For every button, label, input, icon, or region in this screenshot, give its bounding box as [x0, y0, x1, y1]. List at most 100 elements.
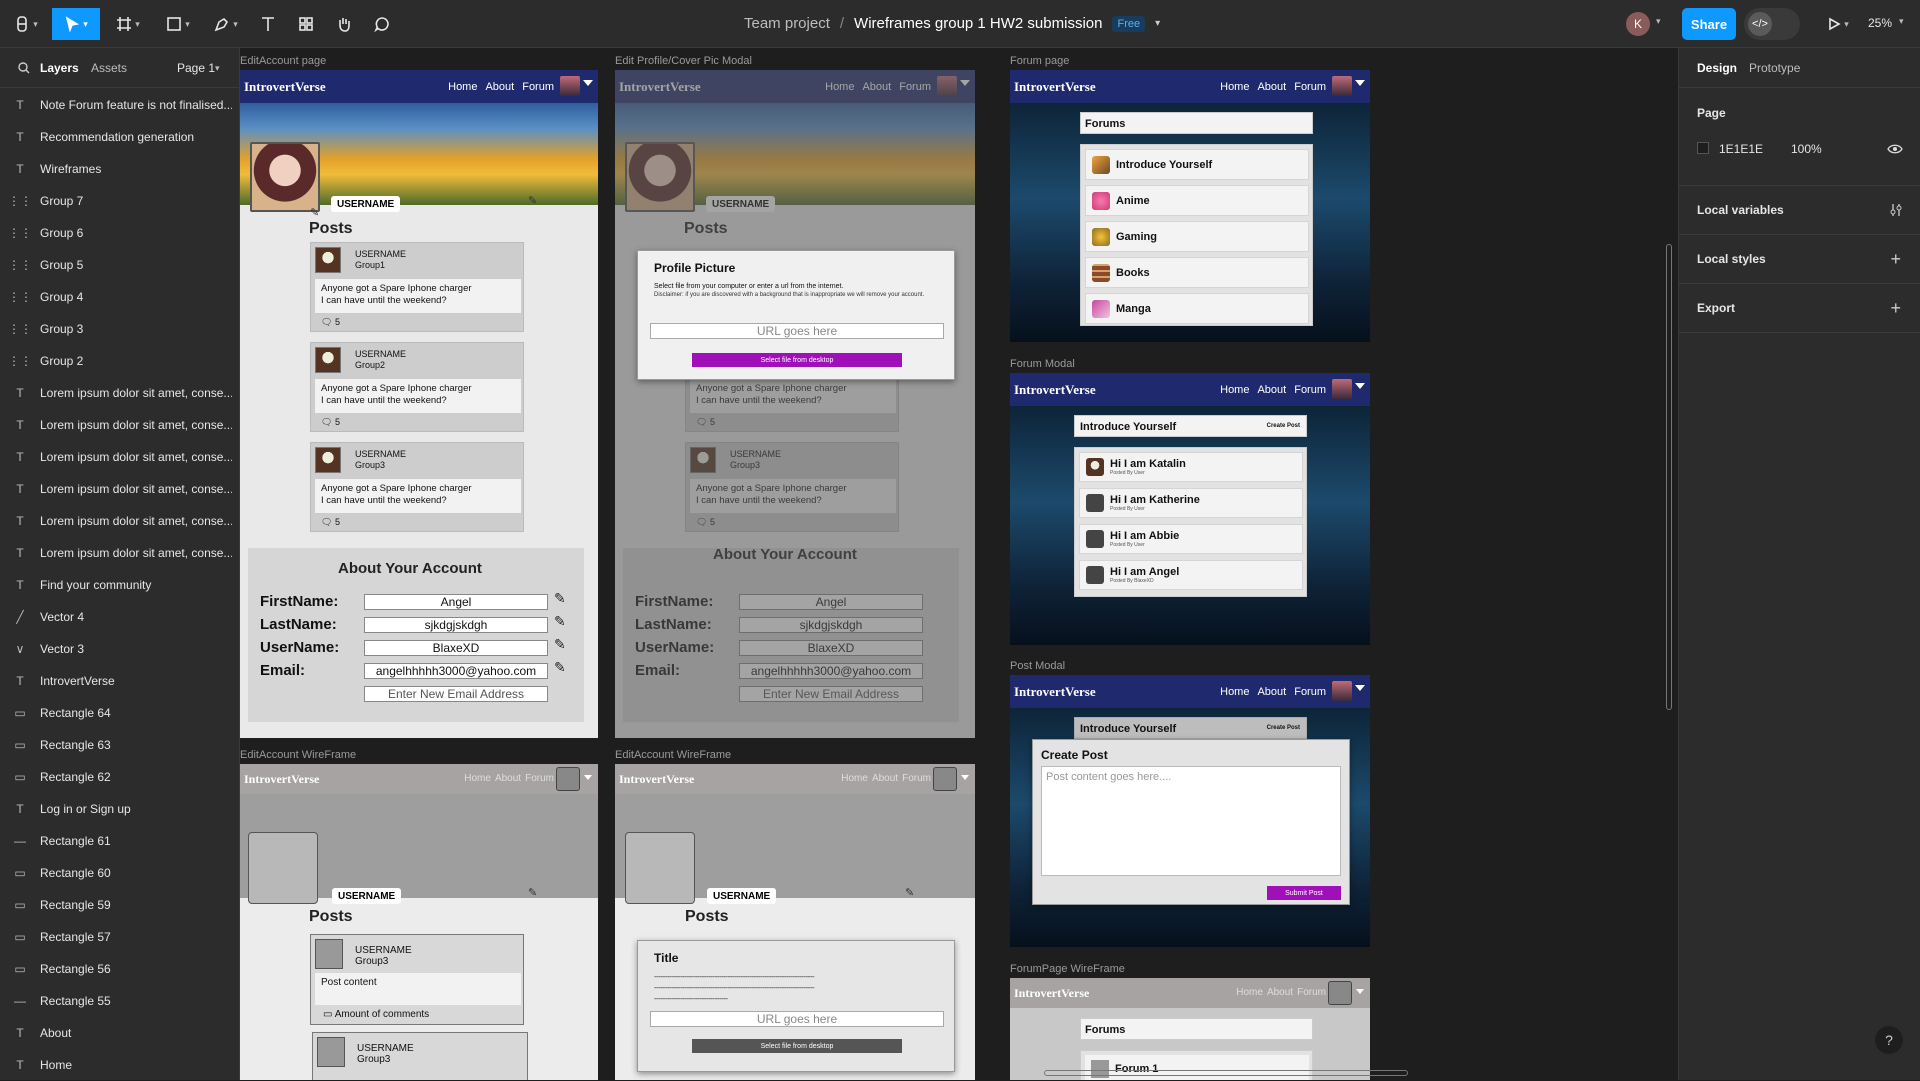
- site-brand[interactable]: IntrovertVerse: [1014, 684, 1096, 700]
- edit-pencil-icon[interactable]: ✎: [554, 613, 566, 630]
- layer-row[interactable]: T Recommendation generation: [0, 121, 240, 153]
- nav-about-link[interactable]: About: [1267, 987, 1293, 998]
- edit-account-frame[interactable]: IntrovertVerse Home About Forum ✎ USERNA…: [240, 70, 598, 738]
- edit-profile-modal-frame[interactable]: IntrovertVerse Home About Forum USERNAME…: [615, 70, 975, 738]
- dev-mode-toggle[interactable]: </>: [1744, 8, 1800, 40]
- frame-label[interactable]: EditAccount WireFrame: [615, 749, 731, 761]
- layer-row[interactable]: T Lorem ipsum dolor sit amet, conse...: [0, 377, 240, 409]
- nav-forum-link[interactable]: Forum: [902, 773, 931, 784]
- layer-row[interactable]: ⋮⋮ Group 4: [0, 281, 240, 313]
- share-button[interactable]: Share: [1682, 8, 1736, 40]
- post-card[interactable]: USERNAME Group3 Anyone got a Spare Iphone…: [310, 442, 524, 532]
- tab-layers[interactable]: Layers: [40, 61, 79, 75]
- nav-avatar[interactable]: [560, 76, 580, 96]
- edit-pfp-pencil-icon[interactable]: ✎: [310, 206, 319, 219]
- nav-home-link[interactable]: Home: [1220, 686, 1249, 698]
- edit-account-wireframe[interactable]: IntrovertVerse Home About Forum USERNAME…: [240, 764, 598, 1080]
- layer-row[interactable]: ∨ Vector 3: [0, 633, 240, 665]
- nav-dropdown-icon[interactable]: [584, 775, 592, 780]
- layer-row[interactable]: ⋮⋮ Group 3: [0, 313, 240, 345]
- avatar-placeholder[interactable]: [1328, 981, 1352, 1005]
- avatar-chevron-icon[interactable]: ▾: [1656, 16, 1661, 27]
- layer-row[interactable]: T Find your community: [0, 569, 240, 601]
- forum-item[interactable]: Introduce Yourself: [1085, 149, 1309, 180]
- select-file-button[interactable]: Select file from desktop: [692, 353, 902, 367]
- page-selector[interactable]: Page 1: [177, 61, 215, 75]
- edit-pencil-icon[interactable]: ✎: [554, 659, 566, 676]
- edit-pencil-icon[interactable]: ✎: [528, 886, 537, 899]
- layer-row[interactable]: T Lorem ipsum dolor sit amet, conse...: [0, 537, 240, 569]
- variables-icon[interactable]: [1889, 203, 1903, 217]
- post-comments[interactable]: 🗨 5: [321, 417, 340, 428]
- export-row[interactable]: Export +: [1679, 284, 1920, 333]
- layer-row[interactable]: T Lorem ipsum dolor sit amet, conse...: [0, 441, 240, 473]
- canvas[interactable]: EditAccount page Edit Profile/Cover Pic …: [240, 48, 1678, 1080]
- new-email-input[interactable]: Enter New Email Address: [364, 686, 548, 702]
- create-post-button[interactable]: Create Post: [1267, 423, 1300, 429]
- edit-pencil-icon[interactable]: ✎: [554, 590, 566, 607]
- user-avatar[interactable]: K: [1626, 12, 1650, 36]
- present-button[interactable]: ▾: [1820, 8, 1856, 40]
- layer-row[interactable]: ▭ Rectangle 64: [0, 697, 240, 729]
- url-input[interactable]: URL goes here: [650, 323, 944, 339]
- comment-tool-button[interactable]: [366, 8, 398, 40]
- nav-dropdown-icon[interactable]: [1355, 383, 1365, 389]
- nav-home-link[interactable]: Home: [464, 773, 491, 784]
- edit-pencil-icon[interactable]: ✎: [554, 636, 566, 653]
- post-modal-frame[interactable]: IntrovertVerse Home About Forum Introduc…: [1010, 675, 1370, 947]
- layer-row[interactable]: T Lorem ipsum dolor sit amet, conse...: [0, 409, 240, 441]
- forum-item[interactable]: Forum 1: [1085, 1055, 1309, 1080]
- layer-row[interactable]: ╱ Vector 4: [0, 601, 240, 633]
- layer-row[interactable]: T Lorem ipsum dolor sit amet, conse...: [0, 505, 240, 537]
- site-brand[interactable]: IntrovertVerse: [244, 772, 319, 787]
- layer-row[interactable]: — Rectangle 55: [0, 985, 240, 1017]
- frame-label[interactable]: Edit Profile/Cover Pic Modal: [615, 55, 752, 67]
- zoom-dropdown[interactable]: 25% ▾: [1868, 16, 1904, 30]
- forum-post-item[interactable]: Hi I am Abbie Posted By User: [1079, 524, 1303, 554]
- forum-item[interactable]: Anime: [1085, 185, 1309, 216]
- post-comments[interactable]: 🗨 5: [321, 517, 340, 528]
- pen-tool-button[interactable]: ▾: [206, 8, 246, 40]
- forum-post-item[interactable]: Hi I am Katherine Posted By User: [1079, 488, 1303, 518]
- layer-row[interactable]: T Wireframes: [0, 153, 240, 185]
- frame-label[interactable]: Forum Modal: [1010, 358, 1075, 370]
- nav-about-link[interactable]: About: [1257, 81, 1286, 93]
- edit-account-wireframe-modal[interactable]: IntrovertVerse Home About Forum USERNAME…: [615, 764, 975, 1080]
- page-color-value[interactable]: 1E1E1E: [1719, 142, 1763, 156]
- nav-about-link[interactable]: About: [1257, 384, 1286, 396]
- username-field[interactable]: BlaxeXD: [364, 640, 548, 656]
- site-brand[interactable]: IntrovertVerse: [619, 772, 694, 787]
- frame-tool-button[interactable]: ▾: [108, 8, 148, 40]
- help-button[interactable]: ?: [1875, 1026, 1903, 1054]
- nav-forum-link[interactable]: Forum: [1294, 81, 1326, 93]
- nav-avatar[interactable]: [1332, 76, 1352, 96]
- nav-dropdown-icon[interactable]: [1355, 80, 1365, 86]
- forum-modal-frame[interactable]: IntrovertVerse Home About Forum Introduc…: [1010, 373, 1370, 645]
- wireframe-post-card[interactable]: USERNAME Group3 Post content ▭ Amount of …: [310, 934, 524, 1025]
- search-icon[interactable]: [18, 62, 30, 74]
- layer-row[interactable]: ▭ Rectangle 60: [0, 857, 240, 889]
- forum-item[interactable]: Manga: [1085, 293, 1309, 324]
- layer-row[interactable]: T Lorem ipsum dolor sit amet, conse...: [0, 473, 240, 505]
- layer-row[interactable]: ▭ Rectangle 59: [0, 889, 240, 921]
- nav-dropdown-icon[interactable]: [1356, 989, 1364, 994]
- local-styles-row[interactable]: Local styles +: [1679, 235, 1920, 284]
- page-selector-chevron-icon[interactable]: ▾: [215, 63, 220, 74]
- avatar-placeholder[interactable]: [933, 767, 957, 791]
- nav-dropdown-icon[interactable]: [1355, 685, 1365, 691]
- tab-prototype[interactable]: Prototype: [1749, 61, 1800, 75]
- profile-picture[interactable]: [250, 142, 320, 212]
- text-tool-button[interactable]: [252, 8, 284, 40]
- local-variables-row[interactable]: Local variables: [1679, 186, 1920, 235]
- layer-row[interactable]: ▭ Rectangle 63: [0, 729, 240, 761]
- nav-dropdown-icon[interactable]: [583, 80, 593, 86]
- post-card[interactable]: USERNAME Group1 Anyone got a Spare Iphone…: [310, 242, 524, 332]
- hand-tool-button[interactable]: [328, 8, 360, 40]
- select-file-button[interactable]: Select file from desktop: [692, 1039, 902, 1053]
- wireframe-post-card[interactable]: USERNAME Group3: [312, 1032, 528, 1080]
- site-brand[interactable]: IntrovertVerse: [1014, 382, 1096, 398]
- nav-dropdown-icon[interactable]: [961, 775, 969, 780]
- nav-forum-link[interactable]: Forum: [522, 81, 554, 93]
- post-comments[interactable]: 🗨 5: [321, 317, 340, 328]
- site-brand[interactable]: IntrovertVerse: [244, 79, 326, 95]
